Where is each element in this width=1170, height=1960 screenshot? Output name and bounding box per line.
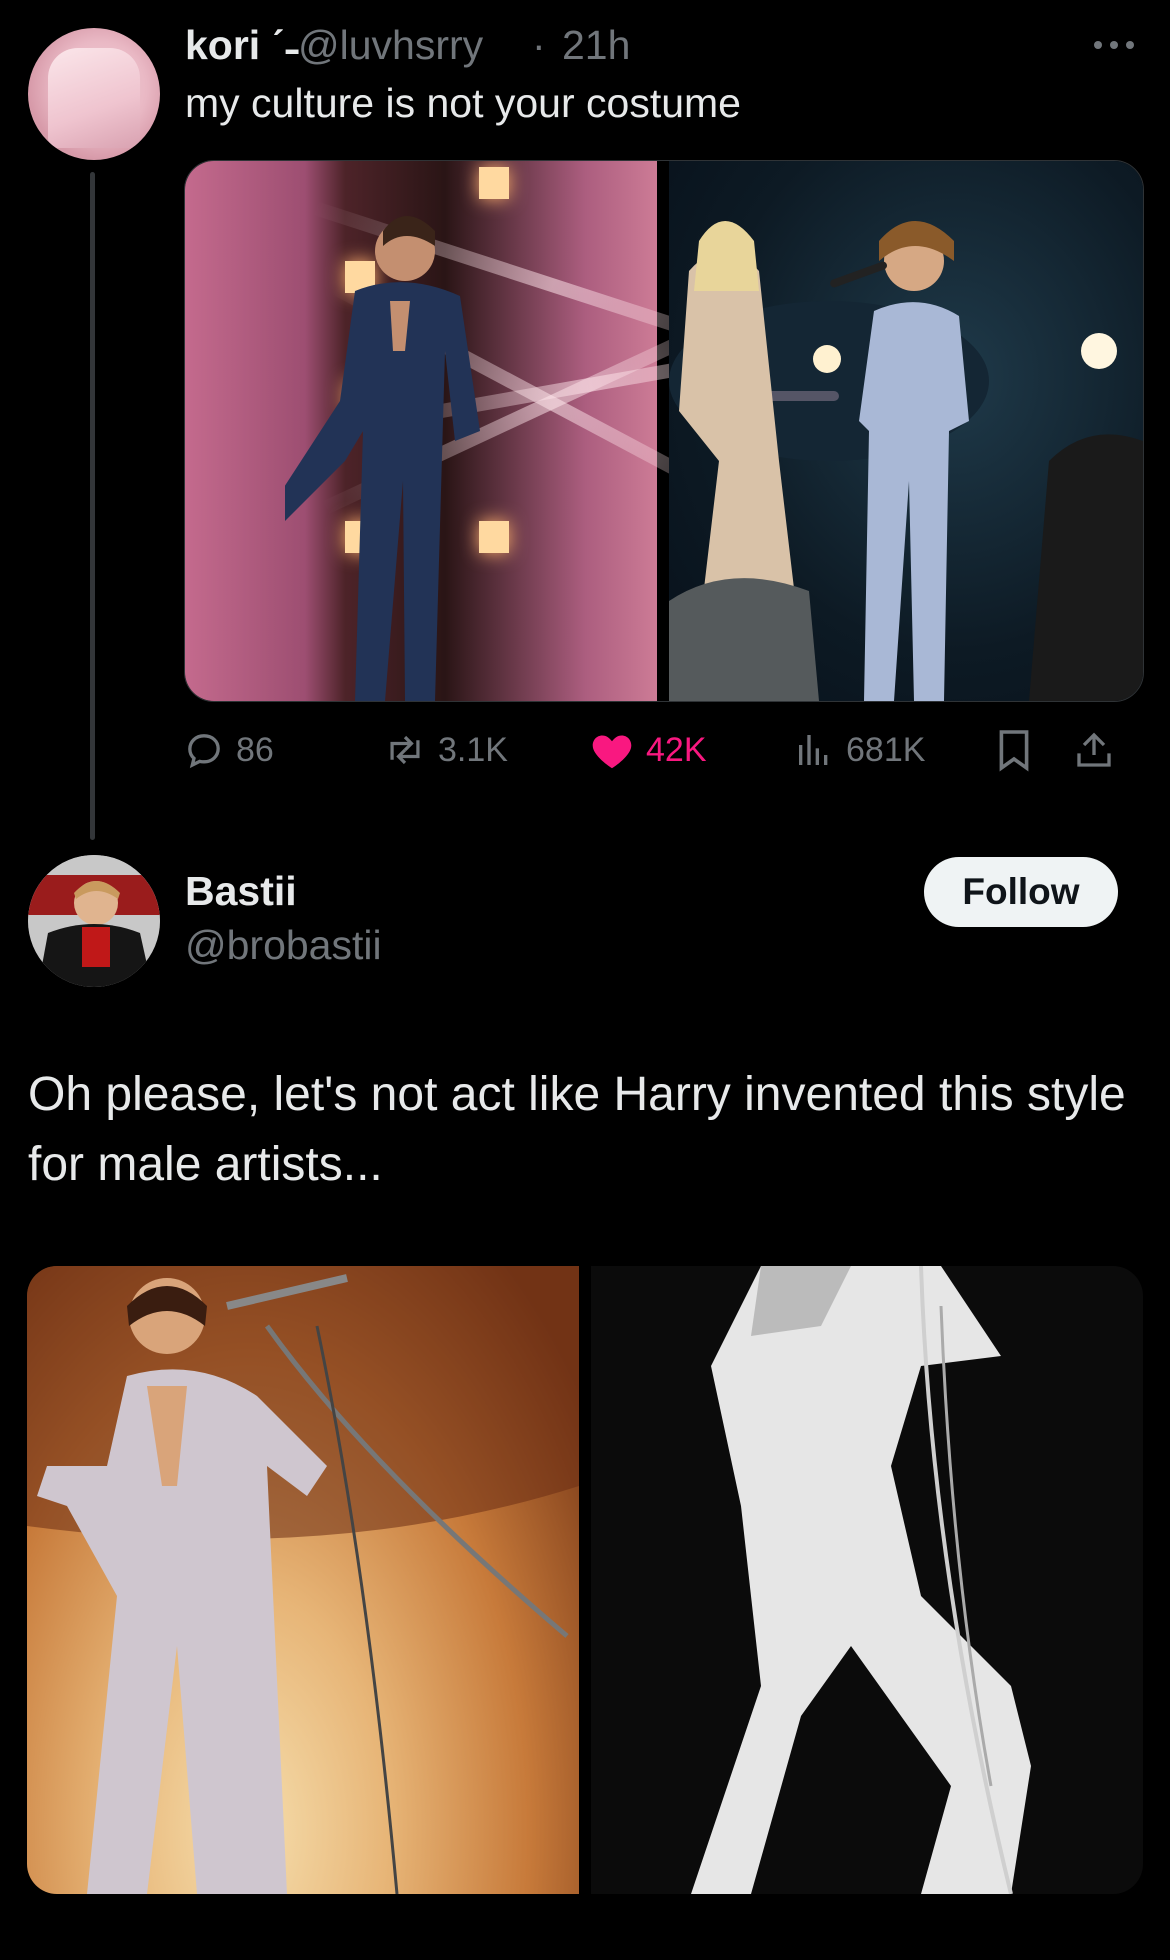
- avatar-image: [48, 48, 140, 148]
- avatar-kori[interactable]: [28, 28, 160, 160]
- repost-button[interactable]: 3.1K: [384, 720, 508, 780]
- thread-connector-line: [90, 172, 95, 840]
- reply-bubble-icon: [188, 734, 220, 769]
- bookmark-button[interactable]: [996, 720, 1032, 780]
- like-button[interactable]: 42K: [590, 720, 707, 780]
- tweet-text: my culture is not your costume: [185, 80, 741, 126]
- views-button[interactable]: 681K: [794, 720, 925, 780]
- tweet-media-grid[interactable]: [27, 1266, 1143, 1894]
- bookmark-icon: [999, 730, 1029, 772]
- user-handle[interactable]: @brobastii: [185, 922, 382, 969]
- tweet-text: Oh please, let's not act like Harry inve…: [28, 1068, 1126, 1191]
- avatar-bastii[interactable]: [28, 855, 160, 987]
- views-bars-icon: [799, 735, 828, 765]
- repost-count: 3.1K: [438, 730, 508, 769]
- display-name[interactable]: kori ˊ˗: [185, 22, 299, 69]
- tweet-media-grid[interactable]: [184, 160, 1144, 702]
- reply-button[interactable]: 86: [184, 720, 274, 780]
- avatar-image: [28, 855, 160, 987]
- follow-button[interactable]: Follow: [924, 857, 1118, 927]
- share-upload-icon: [1077, 732, 1111, 767]
- separator-dot: ·: [532, 22, 546, 68]
- repost-arrows-icon: [390, 735, 420, 765]
- display-name[interactable]: Bastii: [185, 868, 297, 915]
- tweet-timestamp[interactable]: 21h: [562, 22, 630, 69]
- share-button[interactable]: [1074, 720, 1114, 780]
- heart-icon: [592, 735, 632, 769]
- media-photo-event-performer[interactable]: [669, 161, 1143, 701]
- more-dots-icon[interactable]: [1090, 30, 1138, 60]
- media-photo-stage-performer[interactable]: [185, 161, 839, 701]
- reply-count: 86: [236, 730, 274, 769]
- views-count: 681K: [846, 730, 926, 769]
- user-handle[interactable]: @luvhsrry: [298, 22, 483, 69]
- tweet-actions-bar: 86 3.1K 42K 681K: [184, 720, 1144, 780]
- media-photo-white-suit-performer[interactable]: [591, 1266, 1143, 1894]
- like-count: 42K: [646, 730, 707, 769]
- media-photo-sequin-performer[interactable]: [27, 1266, 579, 1894]
